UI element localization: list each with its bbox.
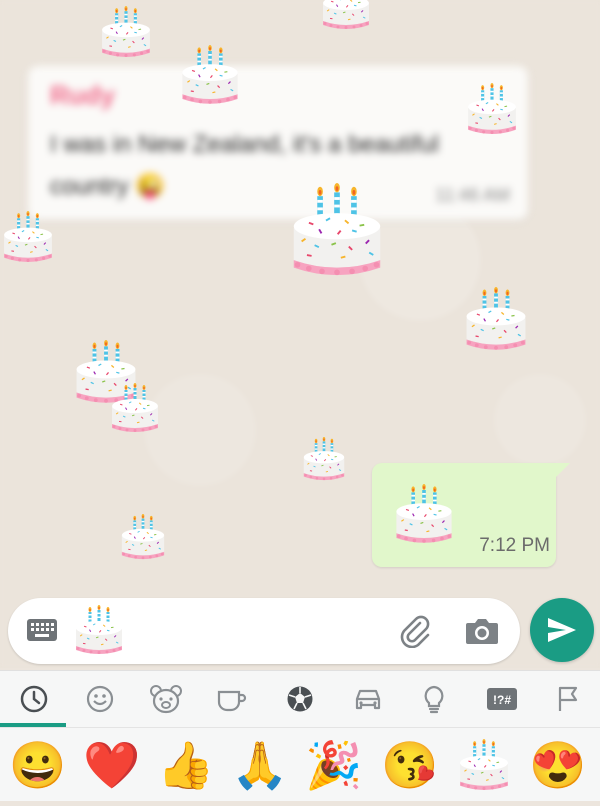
floating-cake-icon xyxy=(464,286,528,352)
animals-tab-icon[interactable] xyxy=(148,683,184,715)
floating-cake-icon xyxy=(2,210,54,264)
keyboard-icon[interactable] xyxy=(26,616,58,644)
flags-tab-icon[interactable] xyxy=(550,683,586,715)
symbols-tab-label: !?# xyxy=(493,693,511,707)
recent-emoji-row: 😀 ❤️ 👍 🙏 🎉 😘 😍 xyxy=(0,733,600,799)
travel-tab-icon[interactable] xyxy=(350,683,386,715)
sender-name: Rudy xyxy=(50,80,115,110)
emoji-thumbs-up[interactable]: 👍 xyxy=(156,735,216,795)
food-tab-icon[interactable] xyxy=(214,683,250,715)
chat-area[interactable]: Rudy I was in New Zealand, it's a beauti… xyxy=(0,0,600,668)
emoji-party-popper[interactable]: 🎉 xyxy=(304,735,364,795)
floating-cake-icon xyxy=(466,82,518,136)
send-button[interactable] xyxy=(530,598,594,662)
recent-tab-icon[interactable] xyxy=(16,683,52,715)
emoji-kissing-heart[interactable]: 😘 xyxy=(380,735,440,795)
incoming-message-bubble[interactable]: Rudy I was in New Zealand, it's a beauti… xyxy=(28,66,528,220)
floating-cake-icon xyxy=(302,436,346,482)
camera-icon[interactable] xyxy=(464,614,500,648)
smileys-tab-icon[interactable] xyxy=(82,683,118,715)
birthday-cake-icon xyxy=(394,483,454,545)
emoji-folded-hands[interactable]: 🙏 xyxy=(230,735,290,795)
emoji-heart[interactable]: ❤️ xyxy=(82,735,142,795)
birthday-cake-icon xyxy=(74,604,124,656)
emoji-panel: !?# 😀 ❤️ 👍 🙏 🎉 😘 😍 xyxy=(0,670,600,801)
symbols-tab-icon[interactable]: !?# xyxy=(484,683,520,715)
emoji-birthday-cake-icon[interactable] xyxy=(454,735,514,795)
emoji-category-tabs: !?# xyxy=(0,671,600,727)
floating-cake-icon xyxy=(120,514,166,560)
activities-tab-icon[interactable] xyxy=(282,683,318,715)
objects-tab-icon[interactable] xyxy=(416,683,452,715)
message-time: 7:12 PM xyxy=(479,535,550,556)
emoji-heart-eyes[interactable]: 😍 xyxy=(528,735,588,795)
outgoing-message-bubble[interactable]: 7:12 PM xyxy=(372,463,570,567)
floating-cake-icon xyxy=(316,0,376,30)
floating-cake-icon xyxy=(180,44,240,106)
floating-cake-icon xyxy=(110,382,160,434)
divider xyxy=(0,727,600,728)
floating-cake-icon xyxy=(290,182,384,278)
message-text: I was in New Zealand, it's a beautiful c… xyxy=(50,131,439,200)
paperclip-icon[interactable] xyxy=(398,614,432,649)
floating-cake-icon xyxy=(100,6,152,58)
message-time: 11:46 AM xyxy=(435,185,510,205)
emoji-grinning[interactable]: 😀 xyxy=(8,735,68,795)
send-icon xyxy=(548,618,576,642)
message-input[interactable] xyxy=(8,598,520,664)
